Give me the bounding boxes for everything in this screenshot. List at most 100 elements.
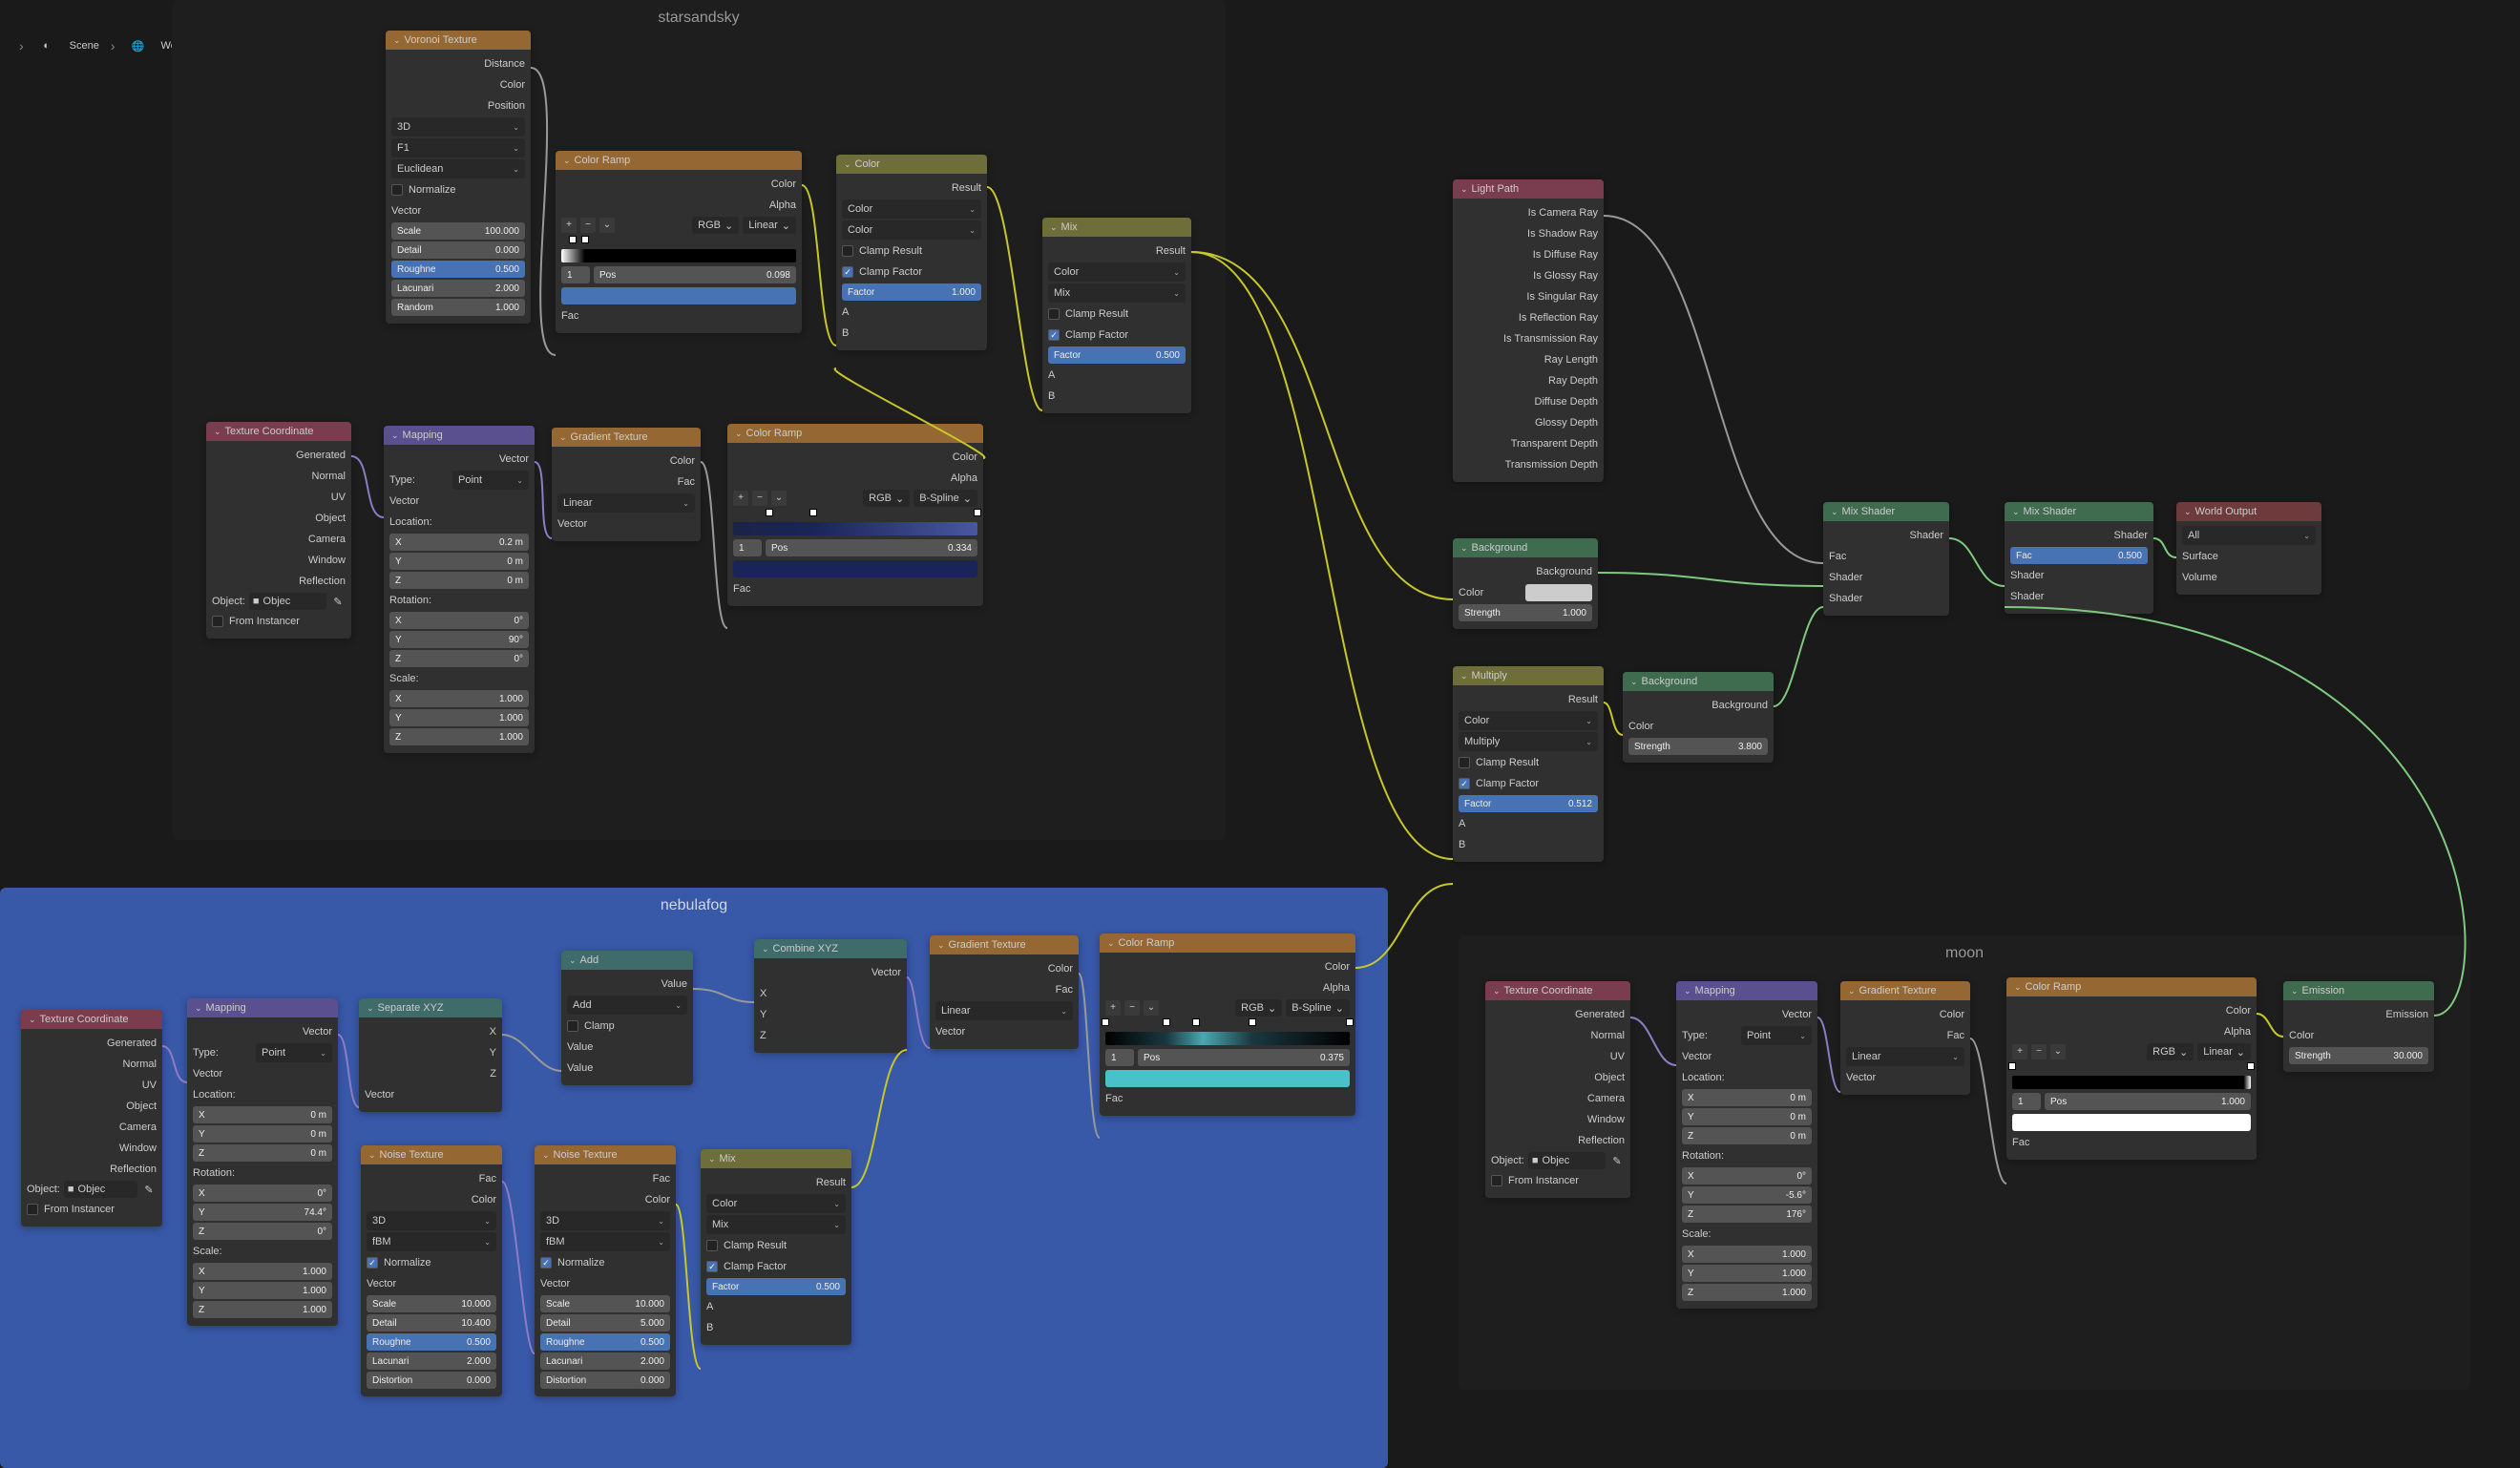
- node-mix-2[interactable]: ⌄Mix Result Color⌄ Mix⌄ Clamp Result Cla…: [701, 1149, 851, 1345]
- dd-dim[interactable]: 3D⌄: [540, 1211, 670, 1230]
- dd-dim[interactable]: 3D⌄: [391, 117, 525, 136]
- node-header[interactable]: ⌄Color Ramp: [2006, 977, 2257, 996]
- slider-rot-x[interactable]: X0°: [389, 612, 529, 629]
- node-header[interactable]: ⌄Mapping: [187, 998, 338, 1017]
- ramp-interp[interactable]: Linear⌄: [743, 217, 796, 234]
- clamp-factor-check[interactable]: Clamp Factor: [842, 262, 981, 282]
- clamp-factor-check[interactable]: Clamp Factor: [1048, 325, 1186, 345]
- clamp-check[interactable]: Clamp: [567, 1017, 687, 1036]
- slider[interactable]: Z1.000: [1682, 1284, 1812, 1301]
- node-color-ramp-2[interactable]: ⌄Color Ramp Color Alpha + − ⌄ RGB⌄ B-Spl…: [727, 424, 983, 606]
- ramp-interp[interactable]: B-Spline⌄: [914, 490, 977, 507]
- node-header[interactable]: ⌄Combine XYZ: [754, 939, 907, 958]
- clamp-result-check[interactable]: Clamp Result: [706, 1236, 846, 1255]
- slider[interactable]: Y0 m: [1682, 1108, 1812, 1125]
- node-header[interactable]: ⌄Add: [561, 951, 693, 970]
- slider[interactable]: Z176°: [1682, 1206, 1812, 1223]
- node-header[interactable]: ⌄Mix: [1042, 218, 1191, 237]
- node-mapping-1[interactable]: ⌄Mapping Vector Type:Point⌄ Vector Locat…: [384, 426, 535, 753]
- clamp-result-check[interactable]: Clamp Result: [1048, 304, 1186, 324]
- node-header[interactable]: ⌄Texture Coordinate: [1485, 981, 1630, 1000]
- slider[interactable]: Y1.000: [1682, 1265, 1812, 1282]
- slider-lacunarity[interactable]: Lacunari2.000: [391, 280, 525, 297]
- slider-loc-z[interactable]: Z0 m: [389, 572, 529, 589]
- node-header[interactable]: ⌄Noise Texture: [535, 1145, 676, 1164]
- slider[interactable]: Scale10.000: [540, 1295, 670, 1312]
- ramp-color[interactable]: [1105, 1070, 1350, 1087]
- ramp-add[interactable]: +: [561, 218, 577, 233]
- slider[interactable]: Roughne0.500: [540, 1333, 670, 1351]
- node-tex-coord-1[interactable]: ⌄Texture Coordinate Generated Normal UV …: [206, 422, 351, 639]
- ramp-menu[interactable]: ⌄: [2050, 1044, 2066, 1059]
- slider[interactable]: Lacunari2.000: [367, 1353, 496, 1370]
- node-header[interactable]: ⌄Noise Texture: [361, 1145, 502, 1164]
- node-gradient-1[interactable]: ⌄Gradient Texture Color Fac Linear⌄ Vect…: [552, 428, 701, 541]
- node-background-1[interactable]: ⌄Background Background Color Strength1.0…: [1453, 538, 1598, 629]
- ramp-color[interactable]: [2012, 1114, 2251, 1131]
- slider-factor[interactable]: Factor0.500: [706, 1278, 846, 1295]
- ramp-idx[interactable]: 1: [733, 539, 762, 556]
- clamp-factor-check[interactable]: Clamp Factor: [1459, 774, 1598, 793]
- node-header[interactable]: ⌄Light Path: [1453, 179, 1604, 199]
- node-tex-coord-3[interactable]: ⌄Texture Coordinate Generated Normal UV …: [1485, 981, 1630, 1198]
- node-header[interactable]: ⌄Multiply: [1453, 666, 1604, 685]
- node-header[interactable]: ⌄Background: [1453, 538, 1598, 557]
- ramp-gradient[interactable]: [1105, 1032, 1350, 1045]
- eyedropper-icon[interactable]: ✎: [1609, 1153, 1625, 1168]
- node-header[interactable]: ⌄World Output: [2176, 502, 2321, 521]
- slider-scale-y[interactable]: Y1.000: [389, 709, 529, 726]
- ramp-menu[interactable]: ⌄: [1144, 1000, 1159, 1016]
- dd-type[interactable]: Point⌄: [256, 1043, 332, 1062]
- node-world-output[interactable]: ⌄World Output All⌄ Surface Volume: [2176, 502, 2321, 595]
- dd-dim[interactable]: 3D⌄: [367, 1211, 496, 1230]
- ramp-color[interactable]: [733, 560, 977, 577]
- node-header[interactable]: ⌄Background: [1623, 672, 1774, 691]
- slider[interactable]: X0°: [193, 1185, 332, 1202]
- slider[interactable]: Z0°: [193, 1223, 332, 1240]
- node-color-ramp-1[interactable]: ⌄Color Ramp Color Alpha + − ⌄ RGB⌄ Linea…: [556, 151, 802, 333]
- slider[interactable]: X1.000: [193, 1263, 332, 1280]
- ramp-pos[interactable]: Pos0.375: [1138, 1049, 1350, 1066]
- ramp-menu[interactable]: ⌄: [771, 491, 787, 506]
- node-voronoi-texture[interactable]: ⌄Voronoi Texture Distance Color Position…: [386, 31, 531, 324]
- ramp-pos[interactable]: Pos1.000: [2045, 1093, 2251, 1110]
- node-noise-1[interactable]: ⌄Noise Texture Fac Color 3D⌄ fBM⌄ Normal…: [361, 1145, 502, 1396]
- slider[interactable]: Detail10.400: [367, 1314, 496, 1332]
- slider-scale-x[interactable]: X1.000: [389, 690, 529, 707]
- node-header[interactable]: ⌄Gradient Texture: [552, 428, 701, 447]
- node-header[interactable]: ⌄Texture Coordinate: [21, 1010, 162, 1029]
- slider-strength[interactable]: Strength3.800: [1628, 738, 1768, 755]
- dd-metric[interactable]: Euclidean⌄: [391, 159, 525, 178]
- node-mix-shader-2[interactable]: ⌄Mix Shader Shader Fac0.500 Shader Shade…: [2005, 502, 2153, 614]
- dd-type[interactable]: Color⌄: [842, 199, 981, 219]
- node-add[interactable]: ⌄Add Value Add⌄ Clamp Value Value: [561, 951, 693, 1085]
- dd-type[interactable]: Linear⌄: [935, 1001, 1073, 1020]
- dd-blend[interactable]: Mix⌄: [1048, 283, 1186, 303]
- breadcrumb[interactable]: › ◐ Scene › 🌐 World: [19, 34, 188, 57]
- slider[interactable]: X0°: [1682, 1167, 1812, 1185]
- node-header[interactable]: ⌄Mix Shader: [1823, 502, 1949, 521]
- clamp-factor-check[interactable]: Clamp Factor: [706, 1257, 846, 1276]
- node-color[interactable]: ⌄Color Result Color⌄ Color⌄ Clamp Result…: [836, 155, 987, 350]
- ramp-interp[interactable]: Linear⌄: [2197, 1043, 2251, 1060]
- ramp-remove[interactable]: −: [580, 218, 596, 233]
- slider[interactable]: Y0 m: [193, 1125, 332, 1143]
- node-separate-xyz[interactable]: ⌄Separate XYZ X Y Z Vector: [359, 998, 502, 1112]
- node-header[interactable]: ⌄Separate XYZ: [359, 998, 502, 1017]
- dd-type[interactable]: Color⌄: [706, 1194, 846, 1213]
- slider[interactable]: Roughne0.500: [367, 1333, 496, 1351]
- ramp-remove[interactable]: −: [752, 491, 767, 506]
- slider[interactable]: X0 m: [1682, 1089, 1812, 1106]
- node-gradient-3[interactable]: ⌄Gradient Texture Color Fac Linear⌄ Vect…: [1840, 981, 1970, 1095]
- dd-type[interactable]: fBM⌄: [540, 1232, 670, 1251]
- slider[interactable]: Distortion0.000: [367, 1372, 496, 1389]
- ramp-gradient[interactable]: [733, 522, 977, 535]
- dd-type[interactable]: Point⌄: [1741, 1026, 1812, 1045]
- slider[interactable]: X0 m: [193, 1106, 332, 1123]
- slider-scale-z[interactable]: Z1.000: [389, 728, 529, 745]
- slider[interactable]: X1.000: [1682, 1246, 1812, 1263]
- node-mix-1[interactable]: ⌄Mix Result Color⌄ Mix⌄ Clamp Result Cla…: [1042, 218, 1191, 413]
- slider-fac[interactable]: Fac0.500: [2010, 547, 2148, 564]
- dd-op[interactable]: Add⌄: [567, 996, 687, 1015]
- slider[interactable]: Y74.4°: [193, 1204, 332, 1221]
